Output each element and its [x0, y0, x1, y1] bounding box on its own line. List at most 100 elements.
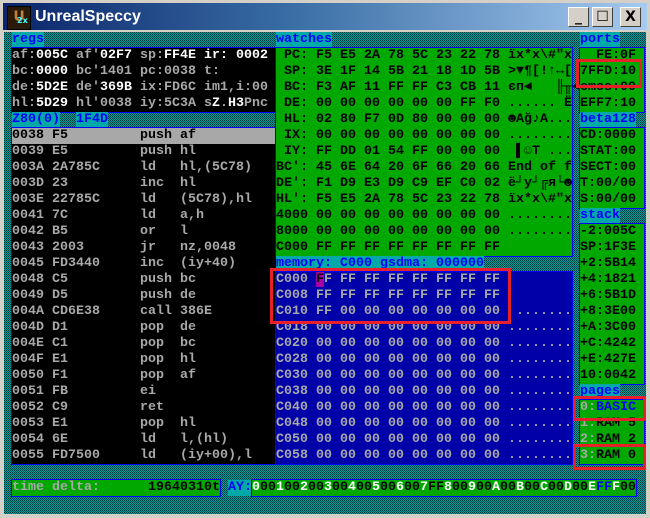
- close-button[interactable]: X: [620, 7, 641, 27]
- watch-row[interactable]: IX: 00 00 00 00 00 00 00 00 ........: [276, 128, 572, 144]
- watch-ascii: ïx*x\#"x: [507, 48, 572, 63]
- page-number: 3:: [580, 448, 596, 463]
- disasm-row[interactable]: 0038 F5 push af: [12, 128, 276, 144]
- page-row[interactable]: 0:BASIC: [580, 400, 644, 416]
- disasm-row[interactable]: 0053 E1 pop hl: [12, 416, 276, 432]
- beta128-row[interactable]: STAT:00: [580, 144, 644, 160]
- watch-row[interactable]: C000 FF FF FF FF FF FF FF FF: [276, 240, 572, 256]
- disasm-row[interactable]: 0050 F1 pop af: [12, 368, 276, 384]
- watch-ascii: ...... Ë: [507, 96, 572, 111]
- app-icon[interactable]: U 2x: [7, 6, 31, 30]
- stack-value: 10:0042: [580, 368, 636, 383]
- stack-row[interactable]: +A:3C00: [580, 320, 644, 336]
- memory-row[interactable]: C030 00 00 00 00 00 00 00 00 ........: [276, 368, 572, 384]
- ay-registers-row: 0001002003004005006007FF800900A00B00C00D…: [252, 480, 636, 496]
- memory-row[interactable]: C058 00 00 00 00 00 00 00 00 ........: [276, 448, 572, 464]
- watch-row[interactable]: HL': F5 E5 2A 78 5C 23 22 78 ïx*x\#"x: [276, 192, 572, 208]
- disasm-row[interactable]: 0048 C5 push bc: [12, 272, 276, 288]
- disasm-instruction: 004F E1 pop hl: [12, 352, 196, 367]
- disasm-row[interactable]: 003A 2A785C ld hl,(5C78): [12, 160, 276, 176]
- ports-row[interactable]: EFF7:10: [580, 96, 644, 112]
- register-text: af': [68, 48, 100, 63]
- disasm-row[interactable]: 0042 B5 or l: [12, 224, 276, 240]
- beta128-row[interactable]: S:00/00: [580, 192, 644, 208]
- disasm-row[interactable]: 003E 22785C ld (5C78),hl: [12, 192, 276, 208]
- memory-row[interactable]: C038 00 00 00 00 00 00 00 00 ........: [276, 384, 572, 400]
- ports-title: ports: [580, 32, 620, 48]
- beta128-panel: CD:0000 STAT:00 SECT:00 T:00/00 S:00/00: [579, 127, 645, 209]
- maximize-button[interactable]: ☐: [592, 7, 613, 27]
- memory-row[interactable]: C040 00 00 00 00 00 00 00 00 ........: [276, 400, 572, 416]
- page-row[interactable]: 2:RAM 2: [580, 432, 644, 448]
- ay-register-index: 5: [372, 480, 380, 495]
- stack-row[interactable]: +C:4242: [580, 336, 644, 352]
- disasm-row[interactable]: 0055 FD7500 ld (iy+00),l: [12, 448, 276, 464]
- disasm-row[interactable]: 0043 2003 jr nz,0048: [12, 240, 276, 256]
- page-row[interactable]: 3:RAM 0: [580, 448, 644, 464]
- page-row[interactable]: 1:RAM 5: [580, 416, 644, 432]
- disasm-row[interactable]: 004F E1 pop hl: [12, 352, 276, 368]
- register-text: Pnc: [243, 96, 268, 111]
- watch-row[interactable]: HL: 02 80 F7 0D 80 00 00 00 ☻Ağ♪A...: [276, 112, 572, 128]
- watch-ascii: End of f: [507, 160, 572, 175]
- disasm-row[interactable]: 0051 FB ei: [12, 384, 276, 400]
- cpu-label: Z80(0): [12, 112, 60, 128]
- beta128-row[interactable]: CD:0000: [580, 128, 644, 144]
- watch-row[interactable]: BC': 45 6E 64 20 6F 66 20 66 End of f: [276, 160, 572, 176]
- watch-bytes: 00 00 00 00 00 00 00 00: [316, 128, 508, 143]
- memory-row[interactable]: C000 FF FF FF FF FF FF FF FF: [276, 272, 572, 288]
- disasm-row[interactable]: 0054 6E ld l,(hl): [12, 432, 276, 448]
- watch-bytes: 00 00 00 00 00 00 00 00: [316, 208, 508, 223]
- disasm-row[interactable]: 0049 D5 push de: [12, 288, 276, 304]
- disasm-row[interactable]: 0045 FD3440 inc (iy+40): [12, 256, 276, 272]
- stack-row[interactable]: SP:1F3E: [580, 240, 644, 256]
- beta128-row[interactable]: T:00/00: [580, 176, 644, 192]
- stack-row[interactable]: +8:3E00: [580, 304, 644, 320]
- memory-row[interactable]: C020 00 00 00 00 00 00 00 00 ........: [276, 336, 572, 352]
- time-delta-row: time delta: 19640310t: [12, 480, 220, 496]
- stack-row[interactable]: +E:427E: [580, 352, 644, 368]
- disasm-row[interactable]: 0041 7C ld a,h: [12, 208, 276, 224]
- stack-row[interactable]: +2:5B14: [580, 256, 644, 272]
- disasm-row[interactable]: 003D 23 inc hl: [12, 176, 276, 192]
- register-line: af:005C af'02F7 sp:FF4E ir: 0002: [12, 48, 276, 64]
- memory-row[interactable]: C050 00 00 00 00 00 00 00 00 ........: [276, 432, 572, 448]
- ports-row[interactable]: cmos:00: [580, 80, 644, 96]
- stack-row[interactable]: +4:1821: [580, 272, 644, 288]
- memory-row[interactable]: C048 00 00 00 00 00 00 00 00 ........: [276, 416, 572, 432]
- stack-row[interactable]: 10:0042: [580, 368, 644, 384]
- disasm-row[interactable]: 004E C1 pop bc: [12, 336, 276, 352]
- ports-row[interactable]: 7FFD:10: [580, 64, 644, 80]
- memory-address: C008: [276, 288, 316, 303]
- ports-row[interactable]: FE:0F: [580, 48, 644, 64]
- disasm-row[interactable]: 004A CD6E38 call 386E: [12, 304, 276, 320]
- watch-bytes: 00 00 00 00 00 00 00 00: [316, 224, 508, 239]
- disasm-row[interactable]: 004D D1 pop de: [12, 320, 276, 336]
- memory-row[interactable]: C008 FF FF FF FF FF FF FF FF: [276, 288, 572, 304]
- memory-row[interactable]: C018 00 00 00 00 00 00 00 00 ........: [276, 320, 572, 336]
- watch-row[interactable]: 8000 00 00 00 00 00 00 00 00 ........: [276, 224, 572, 240]
- watch-row[interactable]: SP: 3E 1F 14 5B 21 18 1D 5B >▼¶[!↑↔[: [276, 64, 572, 80]
- watch-row[interactable]: DE': F1 D9 E3 D9 C9 EF C0 02 ë┘y┘╔я└☻: [276, 176, 572, 192]
- minimize-button[interactable]: _: [568, 7, 589, 27]
- stack-row[interactable]: +6:5B1D: [580, 288, 644, 304]
- watch-row[interactable]: 4000 00 00 00 00 00 00 00 00 ........: [276, 208, 572, 224]
- memory-address: C040: [276, 400, 316, 415]
- beta128-row[interactable]: SECT:00: [580, 160, 644, 176]
- memory-bytes: FF 00 00 00 00 00 00 00: [316, 304, 508, 319]
- memory-bytes: F FF FF FF FF FF FF FF: [324, 272, 508, 287]
- stack-row[interactable]: -2:005C: [580, 224, 644, 240]
- watch-row[interactable]: BC: F3 AF 11 FF FF C3 CB 11 єп◄ ╟╥◄: [276, 80, 580, 96]
- disasm-row[interactable]: 0052 C9 ret: [12, 400, 276, 416]
- memory-address: C020: [276, 336, 316, 351]
- watch-row[interactable]: PC: F5 E5 2A 78 5C 23 22 78 ïx*x\#"x: [276, 48, 572, 64]
- watch-row[interactable]: DE: 00 00 00 00 00 00 FF F0 ...... Ë: [276, 96, 572, 112]
- memory-row[interactable]: C028 00 00 00 00 00 00 00 00 ........: [276, 352, 572, 368]
- ports-panel: FE:0F 7FFD:10 cmos:00 EFF7:10: [579, 47, 645, 113]
- ay-register-index: C: [540, 480, 548, 495]
- watch-row[interactable]: IY: FF DD 01 54 FF 00 00 00 ▌☺T ...: [276, 144, 572, 160]
- memory-row[interactable]: C010 FF 00 00 00 00 00 00 00 .......: [276, 304, 572, 320]
- title-bar: U 2x UnrealSpeccy _ ☐ X: [3, 3, 647, 30]
- disasm-row[interactable]: 0039 E5 push hl: [12, 144, 276, 160]
- memory-address: C048: [276, 416, 316, 431]
